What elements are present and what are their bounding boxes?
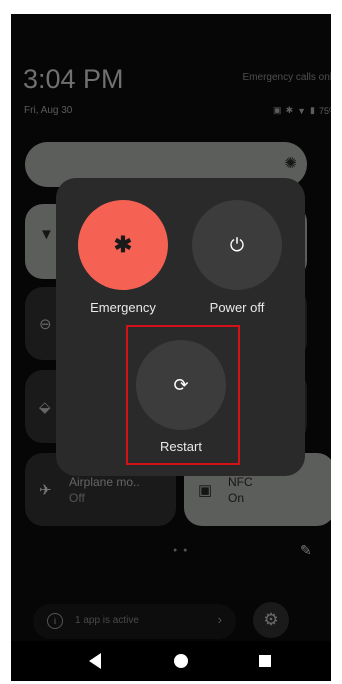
- gear-icon: ⚙: [263, 610, 279, 629]
- date: Fri, Aug 30: [24, 105, 73, 116]
- clock: 3:04 PM: [23, 64, 124, 94]
- asterisk-icon: ✱: [113, 232, 133, 257]
- power-off-label: Power off: [209, 300, 265, 315]
- info-icon: i: [47, 613, 63, 629]
- page-indicator: ● ●: [173, 547, 190, 554]
- settings-button[interactable]: ⚙: [253, 602, 289, 638]
- nfc-icon: ▣: [198, 482, 213, 499]
- active-apps-label: 1 app is active: [75, 615, 139, 626]
- tile-icon: ⊖: [39, 316, 52, 333]
- navigation-bar: [11, 641, 331, 681]
- home-button[interactable]: [174, 654, 188, 668]
- battery-icon: ▮: [310, 105, 315, 115]
- bluetooth-icon: ✱: [285, 105, 294, 115]
- battery-percent: 75%: [318, 105, 331, 116]
- wifi-icon: ▼: [297, 105, 307, 116]
- chevron-right-icon: ›: [217, 612, 222, 627]
- tile-title: NFC: [228, 475, 253, 489]
- brightness-icon: ✺: [284, 155, 297, 172]
- back-button[interactable]: [89, 653, 101, 669]
- status-icons: ▣ ✱ ▼ ▮ 75%: [273, 105, 331, 116]
- airplane-icon: ✈: [39, 482, 52, 499]
- power-off-button[interactable]: ⏻: [192, 200, 282, 290]
- restart-highlight-box: [126, 325, 240, 465]
- tile-subtitle: On: [228, 491, 245, 505]
- tile-subtitle: Off: [69, 491, 85, 505]
- power-icon: ⏻: [229, 234, 245, 255]
- emergency-label: Emergency: [90, 300, 156, 315]
- rotate-tile-icon: ⬙: [39, 399, 51, 416]
- nfc-status-icon: ▣: [273, 105, 282, 115]
- active-apps-button[interactable]: i 1 app is active ›: [33, 604, 236, 639]
- emergency-calls-status: Emergency calls only: [242, 72, 331, 83]
- edit-icon[interactable]: ✎: [300, 542, 312, 559]
- phone-screen: 3:04 PM Fri, Aug 30 Emergency calls only…: [11, 14, 331, 681]
- tile-title: Airplane mo..: [69, 475, 140, 489]
- recents-button[interactable]: [259, 655, 271, 667]
- wifi-tile-icon: ▼: [39, 226, 54, 243]
- emergency-button[interactable]: ✱: [78, 200, 168, 290]
